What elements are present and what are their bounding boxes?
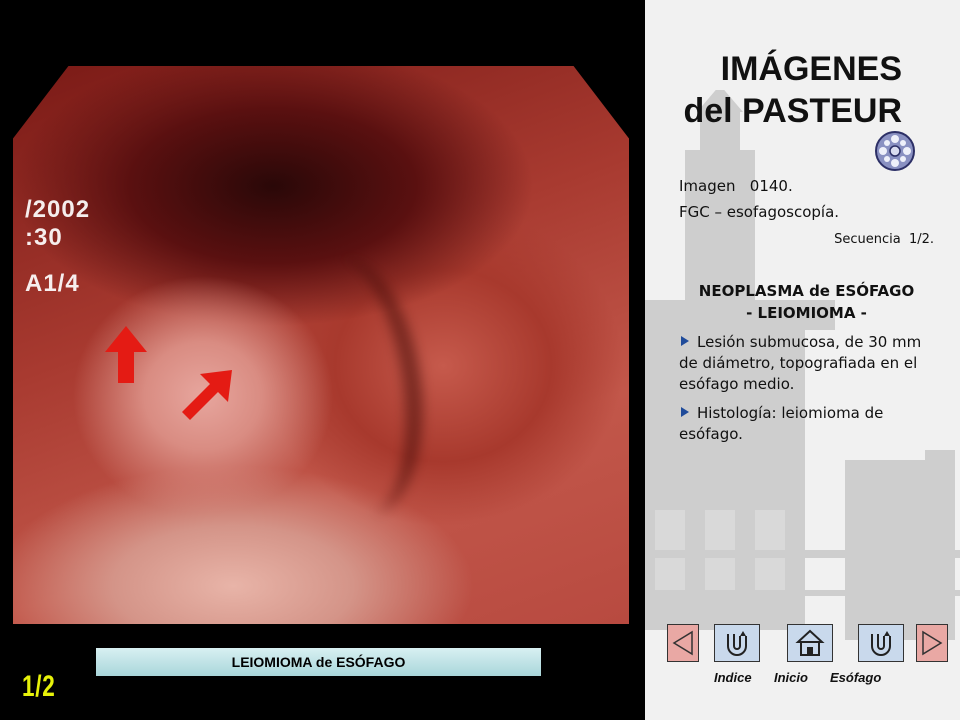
u-turn-icon: [871, 631, 891, 656]
image-caption: LEIOMIOMA de ESÓFAGO: [96, 648, 541, 676]
overlay-time: :30: [25, 224, 63, 251]
triangle-right-icon: [922, 630, 943, 656]
image-number: Imagen 0140.: [679, 177, 793, 195]
bullet-item: Histología: leiomioma de esófago.: [679, 403, 934, 445]
overlay-date: /2002: [25, 196, 91, 223]
house-icon: [795, 629, 825, 656]
bullet-text: Histología: leiomioma de esófago.: [679, 404, 884, 443]
diagnosis-line-1: NEOPLASMA de ESÓFAGO: [698, 282, 915, 300]
home-button[interactable]: [787, 624, 833, 662]
esophagus-button[interactable]: [858, 624, 904, 662]
info-panel: IMÁGENES del PASTEUR Imagen 0140. FGC – …: [645, 0, 960, 720]
page-indicator: 1/2: [22, 670, 56, 703]
film-reel-icon: [875, 131, 915, 171]
u-turn-icon: [727, 631, 747, 656]
arrow-diagonal-icon: [178, 370, 232, 424]
index-button[interactable]: [714, 624, 760, 662]
image-overlay-text: /2002:30 A1/4: [25, 196, 90, 298]
title-line-2: del PASTEUR: [683, 92, 902, 130]
esophagus-link[interactable]: Esófago: [830, 670, 881, 685]
bullet-text: Lesión submucosa, de 30 mm de diámetro, …: [679, 333, 922, 393]
bullet-item: Lesión submucosa, de 30 mm de diámetro, …: [679, 332, 934, 395]
diagnosis-line-2: - LEIOMIOMA -: [746, 304, 867, 322]
app-title: IMÁGENES del PASTEUR: [683, 48, 902, 132]
index-link[interactable]: Indice: [714, 670, 752, 685]
triangle-left-icon: [672, 630, 693, 656]
title-line-1: IMÁGENES: [720, 50, 902, 88]
next-button[interactable]: [916, 624, 948, 662]
previous-button[interactable]: [667, 624, 699, 662]
home-link[interactable]: Inicio: [774, 670, 808, 685]
diagnosis-title: NEOPLASMA de ESÓFAGO - LEIOMIOMA -: [679, 280, 934, 324]
exam-type: FGC – esofagoscopía.: [679, 203, 840, 221]
navigation-bar: Indice Inicio Esófago: [667, 624, 948, 694]
bullet-arrow-icon: [681, 407, 689, 417]
mucosal-fold: [265, 247, 439, 525]
image-pane: /2002:30 A1/4 LEIOMIOMA de ESÓFAGO 1/2: [0, 0, 645, 720]
overlay-code: A1/4: [25, 270, 80, 297]
sequence-label: Secuencia 1/2.: [834, 232, 934, 247]
image-info: Imagen 0140. FGC – esofagoscopía. Secuen…: [679, 176, 934, 445]
bullet-arrow-icon: [681, 336, 689, 346]
